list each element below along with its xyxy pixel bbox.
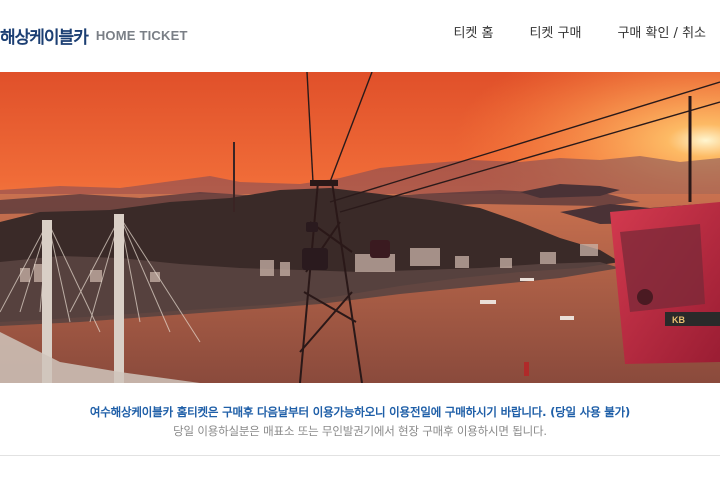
hero-banner[interactable]: KB — [0, 72, 720, 383]
notice-section: 여수해상케이블카 홈티켓은 구매후 다음날부터 이용가능하오니 이용전일에 구매… — [0, 383, 720, 456]
logo[interactable]: 해상케이블카 HOME TICKET — [0, 22, 188, 48]
notice-sub-text: 당일 이용하실분은 매표소 또는 무인발권기에서 현장 구매후 이용하시면 됩니… — [173, 424, 547, 438]
hero-image: KB — [0, 72, 720, 383]
header: 해상케이블카 HOME TICKET 티켓 홈 티켓 구매 구매 확인 / 취소 — [0, 0, 720, 72]
logo-text: 해상케이블카 — [0, 27, 89, 48]
cabin-kb-logo: KB — [672, 315, 685, 325]
section-divider — [0, 455, 720, 456]
main-nav: 티켓 홈 티켓 구매 구매 확인 / 취소 — [417, 24, 706, 44]
logo-subtitle: HOME TICKET — [95, 27, 188, 43]
nav-ticket-home[interactable]: 티켓 홈 — [453, 24, 493, 44]
nav-purchase-check-cancel[interactable]: 구매 확인 / 취소 — [617, 24, 706, 44]
nav-ticket-purchase[interactable]: 티켓 구매 — [529, 24, 581, 44]
notice-main-text: 여수해상케이블카 홈티켓은 구매후 다음날부터 이용가능하오니 이용전일에 구매… — [89, 405, 631, 419]
